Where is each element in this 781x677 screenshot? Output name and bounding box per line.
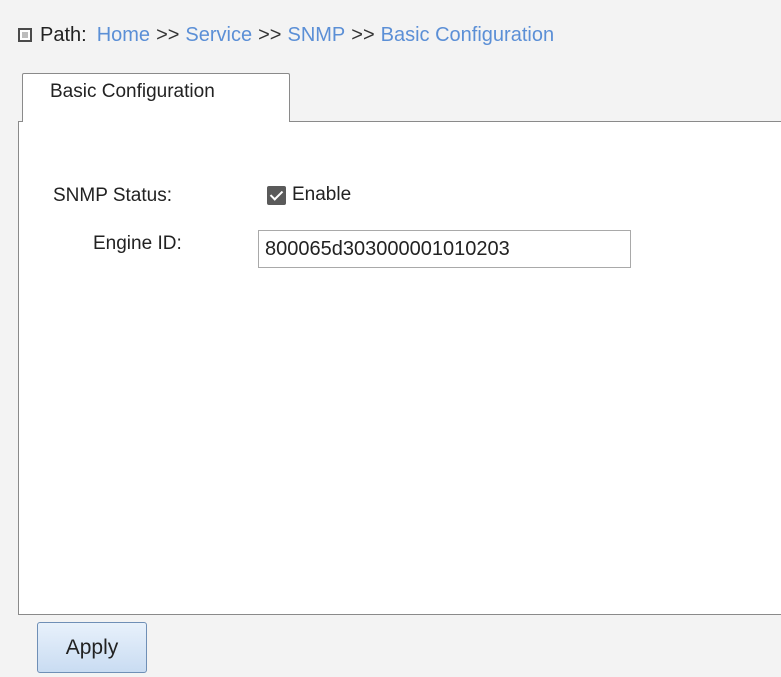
engine-id-input[interactable] (258, 230, 631, 268)
breadcrumb-path-label: Path: (40, 23, 87, 46)
breadcrumb-separator: >> (258, 23, 282, 46)
enable-checkbox[interactable] (267, 185, 286, 205)
engine-id-label: Engine ID: (93, 233, 182, 254)
enable-label: Enable (292, 184, 352, 205)
breadcrumb-separator: >> (351, 23, 375, 46)
breadcrumb-home-link[interactable]: Home (97, 24, 150, 47)
snmp-basic-config-page: Path: Home >> Service >> SNMP >> Basic C… (0, 0, 781, 677)
breadcrumb-snmp-link[interactable]: SNMP (287, 24, 345, 47)
breadcrumb-service-link[interactable]: Service (185, 24, 252, 47)
enable-checkbox-group[interactable]: Enable (267, 184, 351, 206)
basic-configuration-panel: SNMP Status: Enable Engine ID: (18, 121, 781, 615)
apply-button[interactable]: Apply (37, 622, 147, 673)
breadcrumb: Path: Home >> Service >> SNMP >> Basic C… (18, 22, 554, 48)
breadcrumb-basic-configuration-link[interactable]: Basic Configuration (381, 24, 554, 47)
square-icon (18, 28, 32, 42)
snmp-status-label: SNMP Status: (53, 185, 172, 206)
breadcrumb-separator: >> (156, 23, 180, 46)
tab-basic-configuration[interactable]: Basic Configuration (22, 73, 290, 122)
